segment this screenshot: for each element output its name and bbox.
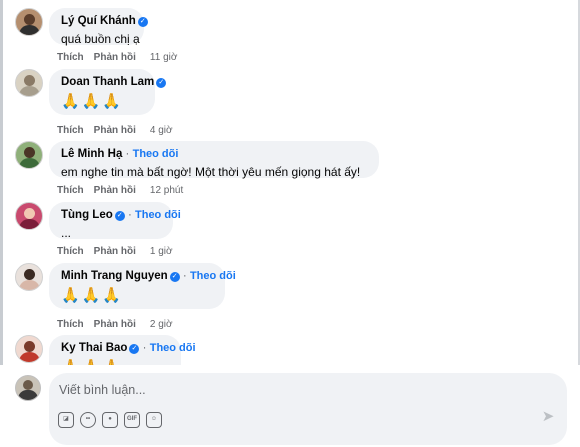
comment-author[interactable]: Doan Thanh Lam (61, 76, 154, 88)
comment-author[interactable]: Minh Trang Nguyen (61, 270, 168, 282)
like-button[interactable]: Thích (57, 52, 84, 63)
comment-text: ... (61, 226, 72, 240)
separator-dot: · (142, 342, 147, 354)
avatar[interactable] (15, 263, 43, 291)
reply-button[interactable]: Phản hồi (94, 246, 136, 257)
comment-bubble: Lý Quí Khánh ✓ quá buồn chị ạ (49, 8, 148, 46)
follow-button[interactable]: Theo dõi (135, 209, 181, 221)
comment-input-box[interactable]: ◪ •• ● GIF ☺ ➤ (49, 373, 567, 445)
avatar-body (18, 390, 38, 400)
comment-actions: Thích Phản hồi 4 giờ (57, 125, 173, 136)
avatar-face (24, 341, 35, 352)
like-button[interactable]: Thích (57, 125, 84, 136)
avatar-face (23, 380, 33, 390)
comment-actions: Thích Phản hồi 1 giờ (57, 246, 173, 257)
separator-dot: · (127, 209, 132, 221)
comment-author-row: Minh Trang Nguyen ✓ · Theo dõi (61, 269, 236, 284)
composer-tools: ◪ •• ● GIF ☺ (58, 411, 168, 429)
camera-icon[interactable]: ● (102, 411, 118, 428)
reply-button[interactable]: Phản hồi (94, 52, 136, 63)
separator-dot: · (125, 148, 130, 160)
comment-timestamp[interactable]: 12 phút (150, 185, 183, 196)
avatar-face (24, 147, 35, 158)
avatar[interactable] (15, 335, 43, 363)
sticker-icon[interactable]: ◪ (58, 411, 74, 428)
avatar[interactable] (15, 202, 43, 230)
comment-author-row: Tùng Leo ✓ · Theo dõi (61, 208, 181, 223)
comment-list: Lý Quí Khánh ✓ quá buồn chị ạ Thích Phản h… (0, 0, 580, 365)
comment-timestamp[interactable]: 2 giờ (150, 319, 173, 330)
avatar[interactable] (15, 69, 43, 97)
comment-emoji: 🙏🙏🙏 (61, 287, 124, 304)
send-icon[interactable]: ➤ (539, 408, 557, 426)
follow-button[interactable]: Theo dõi (190, 270, 236, 282)
avatar-body (19, 280, 40, 290)
comment-author[interactable]: Lê Minh Hạ (61, 148, 122, 160)
comment-bubble: Tùng Leo ✓ · Theo dõi ... (49, 202, 181, 240)
reply-button[interactable]: Phản hồi (94, 319, 136, 330)
comment-author-row: Ky Thai Bao ✓ · Theo dõi (61, 341, 196, 356)
avatar-face (24, 75, 35, 86)
avatar[interactable] (15, 141, 43, 169)
avatar-body (19, 25, 40, 35)
gif-icon[interactable]: GIF (124, 411, 140, 428)
avatar[interactable] (15, 8, 43, 36)
comment-timestamp[interactable]: 11 giờ (150, 52, 178, 63)
comment-actions: Thích Phản hồi 12 phút (57, 185, 183, 196)
like-button[interactable]: Thích (57, 185, 84, 196)
avatar-face (24, 14, 35, 25)
verified-badge-icon: ✓ (169, 272, 180, 282)
comment-timestamp[interactable]: 4 giờ (150, 125, 173, 136)
comment-text: em nghe tin mà bất ngờ! Một thời yêu mến… (61, 165, 361, 179)
avatar-face (24, 208, 35, 219)
avatar-body (19, 219, 40, 229)
verified-badge-icon: ✓ (129, 344, 140, 354)
comment-author-row: Doan Thanh Lam ✓ (61, 75, 167, 90)
comment-emoji: 🙏🙏🙏 (61, 93, 124, 110)
comment-text: quá buồn chị ạ (61, 32, 140, 46)
reply-button[interactable]: Phản hồi (94, 125, 136, 136)
comment-actions: Thích Phản hồi 11 giờ (57, 52, 177, 63)
current-user-avatar[interactable] (15, 375, 41, 401)
verified-badge-icon: ✓ (114, 211, 125, 221)
comment-author-row: Lý Quí Khánh ✓ (61, 14, 148, 29)
comment-timestamp[interactable]: 1 giờ (150, 246, 173, 257)
comment-composer: ◪ •• ● GIF ☺ ➤ (0, 365, 580, 447)
comment-author[interactable]: Lý Quí Khánh (61, 15, 136, 27)
comment-input[interactable] (57, 380, 541, 400)
comment-author-row: Lê Minh Hạ · Theo dõi (61, 147, 367, 162)
emoji-icon[interactable]: •• (80, 411, 96, 428)
separator-dot: · (182, 270, 187, 282)
avatar-sticker-icon[interactable]: ☺ (146, 411, 162, 428)
verified-badge-icon: ✓ (156, 78, 167, 88)
comment-actions: Thích Phản hồi 2 giờ (57, 319, 173, 330)
like-button[interactable]: Thích (57, 319, 84, 330)
avatar-body (19, 352, 40, 362)
like-button[interactable]: Thích (57, 246, 84, 257)
reply-button[interactable]: Phản hồi (94, 185, 136, 196)
comment-bubble: Doan Thanh Lam ✓ 🙏🙏🙏 (49, 69, 167, 115)
avatar-face (24, 269, 35, 280)
verified-badge-icon: ✓ (137, 17, 148, 27)
comment-bubble: Lê Minh Hạ · Theo dõi em nghe tin mà bất… (49, 141, 379, 179)
avatar-body (19, 86, 40, 96)
comment-author[interactable]: Ky Thai Bao (61, 342, 127, 354)
comment-author[interactable]: Tùng Leo (61, 209, 113, 221)
avatar-body (19, 158, 40, 168)
comment-bubble: Minh Trang Nguyen ✓ · Theo dõi 🙏🙏🙏 (49, 263, 236, 309)
follow-button[interactable]: Theo dõi (150, 342, 196, 354)
comment-bubble: Ky Thai Bao✓ · Theo dõi 🙏🙏🙏 (49, 335, 196, 365)
follow-button[interactable]: Theo dõi (133, 148, 179, 160)
